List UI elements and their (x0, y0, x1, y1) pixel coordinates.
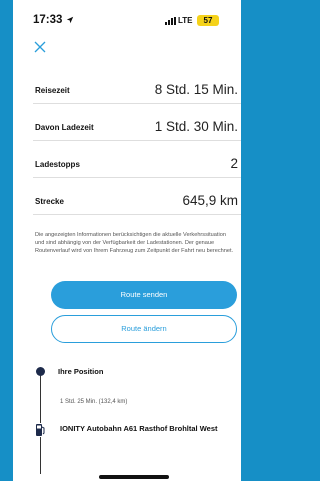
summary-value: 8 Std. 15 Min. (154, 82, 238, 97)
route-start-label: Ihre Position (58, 367, 104, 376)
route-disclaimer: Die angezeigten Informationen berücksich… (35, 232, 234, 254)
status-bar: 17:33 LTE 57 (13, 14, 241, 30)
summary-label: Ladestopps (35, 160, 80, 169)
route-summary-sheet: 17:33 LTE 57 Reisezeit 8 Std. 15 Min. Da… (13, 0, 241, 481)
summary-row-charging-time: Davon Ladezeit 1 Std. 30 Min. (33, 111, 241, 141)
position-marker-icon (36, 367, 45, 376)
summary-label: Reisezeit (35, 86, 70, 95)
send-route-button[interactable]: Route senden (51, 281, 237, 309)
summary-row-travel-time: Reisezeit 8 Std. 15 Min. (33, 74, 241, 104)
battery-indicator: 57 (197, 15, 219, 26)
summary-row-charging-stops: Ladestopps 2 (33, 148, 241, 178)
signal-icon (165, 17, 176, 25)
summary-value: 645,9 km (182, 193, 238, 208)
location-arrow-icon (66, 16, 74, 24)
close-icon[interactable] (33, 40, 47, 54)
summary-value: 1 Std. 30 Min. (154, 119, 238, 134)
charging-station-icon (34, 423, 46, 437)
carrier-label: LTE (178, 16, 193, 25)
route-leg-info: 1 Std. 25 Min. (132,4 km) (60, 399, 128, 405)
change-route-button[interactable]: Route ändern (51, 315, 237, 343)
summary-label: Strecke (35, 197, 64, 206)
summary-value: 2 (230, 156, 238, 171)
home-indicator (99, 475, 169, 479)
summary-row-distance: Strecke 645,9 km (33, 185, 241, 215)
charging-stop-label[interactable]: IONITY Autobahn A61 Rasthof Brohltal Wes… (60, 423, 240, 434)
clock: 17:33 (33, 14, 63, 26)
summary-label: Davon Ladezeit (35, 123, 94, 132)
